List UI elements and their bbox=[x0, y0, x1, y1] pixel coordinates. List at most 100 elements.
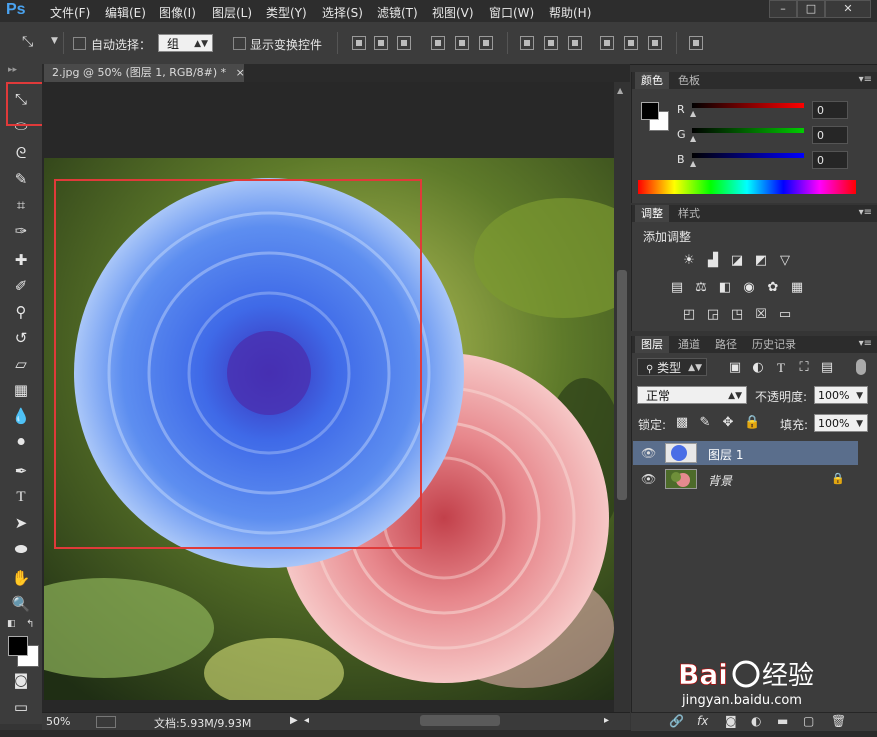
posterize-icon[interactable]: ◲ bbox=[706, 308, 720, 322]
filter-pixel-icon[interactable]: ▣ bbox=[728, 361, 742, 375]
distribute-bottom-icon[interactable] bbox=[568, 36, 582, 50]
quick-mask-icon[interactable]: ◙ bbox=[7, 669, 35, 691]
exposure-icon[interactable]: ◩ bbox=[754, 254, 768, 268]
tab-paths[interactable]: 路径 bbox=[709, 336, 743, 353]
scroll-up-icon[interactable]: ▲ bbox=[617, 86, 623, 95]
color-spectrum-ramp[interactable] bbox=[638, 180, 856, 194]
menu-help[interactable]: 帮助(H) bbox=[549, 4, 591, 21]
adjustment-icon[interactable]: ◐ bbox=[751, 714, 761, 728]
mask-icon[interactable]: ◙ bbox=[725, 714, 737, 728]
visibility-eye-icon[interactable]: 👁 bbox=[641, 472, 656, 486]
levels-icon[interactable]: ▟ bbox=[706, 254, 720, 268]
g-value-field[interactable]: 0 bbox=[812, 126, 848, 144]
scroll-right-icon[interactable]: ▸ bbox=[604, 715, 609, 726]
status-menu-icon[interactable]: ▶ bbox=[290, 715, 298, 726]
pen-tool-icon[interactable]: ✒ bbox=[7, 460, 35, 482]
healing-brush-tool-icon[interactable]: ✚ bbox=[7, 249, 35, 271]
menu-layer[interactable]: 图层(L) bbox=[212, 4, 252, 21]
canvas-image[interactable] bbox=[44, 158, 615, 700]
align-bottom-icon[interactable] bbox=[397, 36, 411, 50]
layer-filter-dropdown[interactable]: ⚲ 类型 ▲▼ bbox=[637, 358, 707, 376]
threshold-icon[interactable]: ◳ bbox=[730, 308, 744, 322]
fx-icon[interactable]: fx bbox=[697, 714, 708, 728]
b-value-field[interactable]: 0 bbox=[812, 151, 848, 169]
lock-position-icon[interactable]: ✥ bbox=[721, 416, 735, 430]
auto-select-dropdown[interactable]: 组 ▲▼ bbox=[158, 34, 213, 52]
filter-shape-icon[interactable]: ⛶ bbox=[797, 361, 811, 375]
swap-colors-icon[interactable]: ↰ bbox=[26, 619, 34, 630]
align-left-icon[interactable] bbox=[431, 36, 445, 50]
tab-color[interactable]: 颜色 bbox=[635, 72, 669, 89]
r-slider[interactable] bbox=[692, 103, 804, 108]
link-icon[interactable]: 🔗 bbox=[669, 714, 684, 728]
vibrance-icon[interactable]: ▽ bbox=[778, 254, 792, 268]
align-right-icon[interactable] bbox=[479, 36, 493, 50]
trash-icon[interactable]: 🗑 bbox=[831, 714, 846, 728]
eraser-tool-icon[interactable]: ▱ bbox=[7, 353, 35, 375]
screen-mode-icon[interactable]: ▭ bbox=[7, 696, 35, 718]
clone-stamp-tool-icon[interactable]: ⚲ bbox=[7, 301, 35, 323]
lasso-tool-icon[interactable]: ᘓ bbox=[7, 142, 35, 164]
hand-tool-icon[interactable]: ✋ bbox=[7, 567, 35, 589]
menu-filter[interactable]: 滤镜(T) bbox=[377, 4, 418, 21]
new-layer-icon[interactable]: ▢ bbox=[803, 714, 814, 728]
opacity-field[interactable]: 100% ▼ bbox=[814, 386, 868, 404]
fill-field[interactable]: 100% ▼ bbox=[814, 414, 868, 432]
gradient-map-icon[interactable]: ▭ bbox=[778, 308, 792, 322]
layer-row[interactable]: 👁 背景 🔒 bbox=[633, 467, 858, 491]
panel-menu-icon[interactable]: ▾≡ bbox=[859, 338, 872, 349]
invert-icon[interactable]: ◰ bbox=[682, 308, 696, 322]
panel-menu-icon[interactable]: ▾≡ bbox=[859, 207, 872, 218]
status-info-icon[interactable] bbox=[96, 716, 116, 728]
minimize-button[interactable]: – bbox=[769, 0, 797, 18]
distribute-top-icon[interactable] bbox=[520, 36, 534, 50]
foreground-color-swatch[interactable] bbox=[8, 636, 28, 656]
distribute-vcenter-icon[interactable] bbox=[544, 36, 558, 50]
tab-close-icon[interactable]: × bbox=[236, 66, 245, 79]
align-hcenter-icon[interactable] bbox=[455, 36, 469, 50]
auto-align-icon[interactable] bbox=[689, 36, 703, 50]
eyedropper-tool-icon[interactable]: ✑ bbox=[7, 220, 35, 242]
color-lookup-icon[interactable]: ▦ bbox=[790, 281, 804, 295]
history-brush-tool-icon[interactable]: ↺ bbox=[7, 327, 35, 349]
default-colors-icon[interactable]: ◧ bbox=[7, 619, 16, 629]
filter-adjustment-icon[interactable]: ◐ bbox=[751, 361, 765, 375]
panel-menu-icon[interactable]: ▾≡ bbox=[859, 74, 872, 85]
filter-type-icon[interactable]: T bbox=[774, 361, 788, 375]
layer-row[interactable]: 👁 图层 1 bbox=[633, 441, 858, 465]
preset-dropdown-icon[interactable]: ▼ bbox=[51, 36, 58, 46]
brush-tool-icon[interactable]: ✐ bbox=[7, 275, 35, 297]
align-top-icon[interactable] bbox=[352, 36, 366, 50]
align-vcenter-icon[interactable] bbox=[374, 36, 388, 50]
b-slider[interactable] bbox=[692, 153, 804, 158]
vertical-scroll-thumb[interactable] bbox=[617, 270, 627, 500]
distribute-hcenter-icon[interactable] bbox=[624, 36, 638, 50]
foreground-swatch[interactable] bbox=[641, 102, 659, 120]
group-icon[interactable]: ▬ bbox=[777, 714, 788, 728]
layer-name[interactable]: 背景 bbox=[708, 472, 732, 489]
tab-channels[interactable]: 通道 bbox=[672, 336, 706, 353]
zoom-level[interactable]: 50% bbox=[46, 715, 70, 728]
quick-select-tool-icon[interactable]: ✎ bbox=[7, 168, 35, 190]
color-balance-icon[interactable]: ⚖ bbox=[694, 281, 708, 295]
type-tool-icon[interactable]: T bbox=[7, 486, 35, 508]
photo-filter-icon[interactable]: ◉ bbox=[742, 281, 756, 295]
lock-transparent-icon[interactable]: ▩ bbox=[675, 416, 689, 430]
horizontal-scroll-thumb[interactable] bbox=[420, 715, 500, 726]
selective-color-icon[interactable]: ☒ bbox=[754, 308, 768, 322]
tab-swatches[interactable]: 色板 bbox=[672, 72, 706, 89]
lock-pixels-icon[interactable]: ✎ bbox=[698, 416, 712, 430]
menu-view[interactable]: 视图(V) bbox=[432, 4, 474, 21]
restore-button[interactable]: □ bbox=[797, 0, 825, 18]
auto-select-checkbox[interactable] bbox=[73, 37, 86, 50]
distribute-right-icon[interactable] bbox=[648, 36, 662, 50]
tab-history[interactable]: 历史记录 bbox=[746, 336, 802, 353]
menu-file[interactable]: 文件(F) bbox=[50, 4, 90, 21]
ellipse-tool-icon[interactable]: ⬬ bbox=[7, 538, 35, 560]
hue-saturation-icon[interactable]: ▤ bbox=[670, 281, 684, 295]
channel-mixer-icon[interactable]: ✿ bbox=[766, 281, 780, 295]
menu-window[interactable]: 窗口(W) bbox=[489, 4, 534, 21]
zoom-tool-icon[interactable]: 🔍 bbox=[7, 593, 35, 615]
g-slider[interactable] bbox=[692, 128, 804, 133]
show-transform-checkbox[interactable] bbox=[233, 37, 246, 50]
